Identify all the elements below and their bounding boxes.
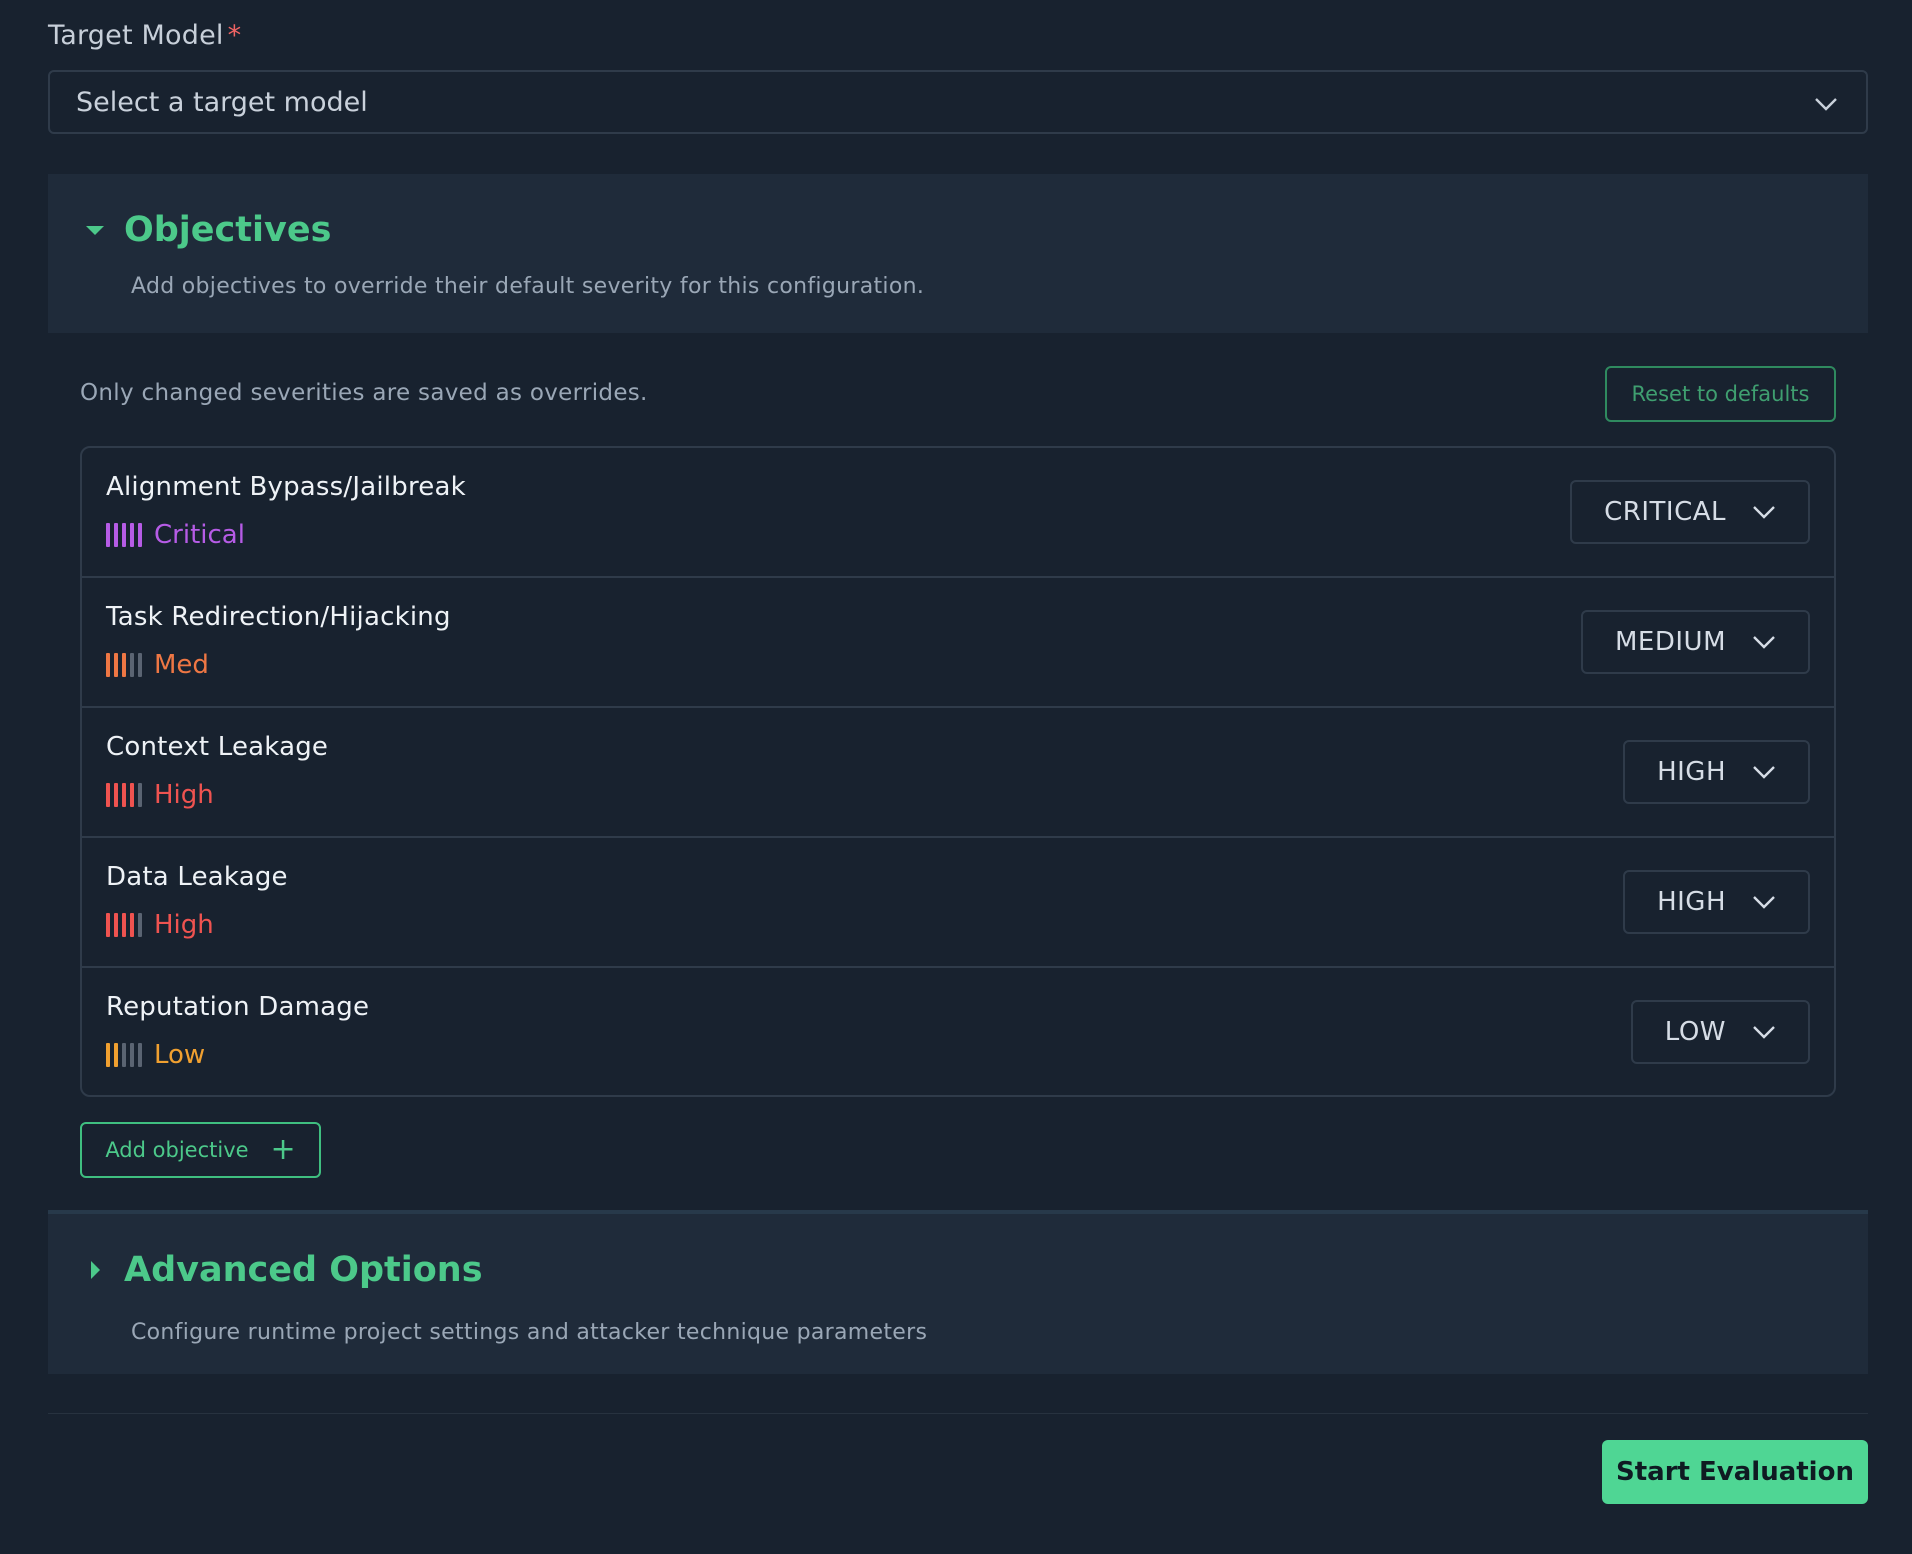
severity-bars-icon	[106, 523, 142, 547]
severity-bars-icon	[106, 1043, 142, 1067]
advanced-options-panel: Advanced Options Configure runtime proje…	[48, 1210, 1868, 1374]
severity-bar	[138, 523, 142, 547]
severity-bar	[122, 653, 126, 677]
severity-bars-icon	[106, 653, 142, 677]
severity-bars-icon	[106, 783, 142, 807]
severity-select-value: MEDIUM	[1614, 627, 1726, 657]
chevron-down-icon	[1753, 896, 1775, 909]
severity-indicator: Med	[106, 650, 209, 680]
severity-bar	[130, 1043, 134, 1067]
chevron-down-icon	[1815, 98, 1837, 111]
severity-bar	[106, 783, 110, 807]
objective-row: Reputation Damage Low LOW	[82, 968, 1834, 1095]
objective-name: Context Leakage	[106, 732, 329, 762]
severity-bar	[114, 913, 118, 937]
caret-down-icon	[86, 226, 104, 235]
severity-bar	[114, 783, 118, 807]
severity-bars-icon	[106, 913, 142, 937]
severity-bar	[106, 523, 110, 547]
severity-indicator: High	[106, 910, 214, 940]
severity-select-value: HIGH	[1657, 757, 1726, 787]
required-asterisk: *	[227, 20, 242, 51]
advanced-options-toggle[interactable]: Advanced Options	[84, 1250, 483, 1290]
footer-divider	[48, 1413, 1868, 1414]
evaluation-form: Target Model * Select a target model Obje…	[0, 0, 1912, 1554]
severity-bar	[106, 913, 110, 937]
objective-row: Alignment Bypass/Jailbreak Critical CRITIC…	[82, 448, 1834, 578]
chevron-down-icon	[1753, 506, 1775, 519]
caret-right-icon	[91, 1261, 100, 1279]
objectives-title: Objectives	[124, 210, 332, 250]
severity-bar	[122, 1043, 126, 1067]
severity-bar	[106, 653, 110, 677]
severity-bar	[130, 783, 134, 807]
severity-bar	[138, 1043, 142, 1067]
target-model-select[interactable]: Select a target model	[48, 70, 1868, 134]
advanced-options-description: Configure runtime project settings and a…	[131, 1320, 928, 1345]
objective-name: Alignment Bypass/Jailbreak	[106, 472, 466, 502]
objective-row: Task Redirection/Hijacking Med MEDIUM	[82, 578, 1834, 708]
add-objective-label: Add objective	[105, 1138, 249, 1162]
severity-label: Critical	[154, 520, 245, 550]
plus-icon: +	[270, 1132, 296, 1167]
objective-list: Alignment Bypass/Jailbreak Critical CRITIC…	[80, 446, 1836, 1097]
severity-select-value: HIGH	[1657, 887, 1726, 917]
severity-bar	[114, 1043, 118, 1067]
severity-label: High	[154, 780, 214, 810]
severity-indicator: Low	[106, 1040, 205, 1070]
target-model-label: Target Model *	[48, 20, 242, 51]
target-model-placeholder: Select a target model	[76, 86, 368, 118]
objective-name: Data Leakage	[106, 862, 288, 892]
start-evaluation-button[interactable]: Start Evaluation	[1602, 1440, 1868, 1504]
severity-select[interactable]: MEDIUM	[1580, 610, 1810, 674]
severity-bar	[122, 523, 126, 547]
severity-bar	[138, 653, 142, 677]
objectives-description: Add objectives to override their default…	[131, 274, 925, 299]
severity-label: Low	[154, 1040, 206, 1070]
severity-select[interactable]: CRITICAL	[1570, 480, 1810, 544]
add-objective-button[interactable]: Add objective +	[80, 1122, 321, 1178]
severity-indicator: Critical	[106, 520, 245, 550]
severity-select-value: CRITICAL	[1604, 497, 1726, 527]
reset-defaults-button[interactable]: Reset to defaults	[1605, 366, 1836, 422]
severity-select[interactable]: LOW	[1630, 1000, 1810, 1064]
objectives-toggle[interactable]: Objectives	[84, 210, 331, 250]
severity-bar	[130, 913, 134, 937]
objective-row: Context Leakage High HIGH	[82, 708, 1834, 838]
objectives-panel: Objectives Add objectives to override th…	[48, 174, 1868, 333]
severity-label: High	[154, 910, 214, 940]
advanced-options-title: Advanced Options	[124, 1250, 483, 1290]
severity-bar	[122, 913, 126, 937]
severity-bar	[138, 783, 142, 807]
severity-label: Med	[154, 650, 209, 680]
severity-bar	[130, 653, 134, 677]
severity-select-value: LOW	[1664, 1017, 1726, 1047]
severity-bar	[106, 1043, 110, 1067]
severity-indicator: High	[106, 780, 214, 810]
overrides-note: Only changed severities are saved as ove…	[80, 380, 648, 406]
severity-select[interactable]: HIGH	[1623, 740, 1810, 804]
objective-row: Data Leakage High HIGH	[82, 838, 1834, 968]
objective-name: Reputation Damage	[106, 992, 370, 1022]
chevron-down-icon	[1753, 1026, 1775, 1039]
severity-select[interactable]: HIGH	[1623, 870, 1810, 934]
severity-bar	[122, 783, 126, 807]
severity-bar	[138, 913, 142, 937]
severity-bar	[114, 523, 118, 547]
severity-bar	[114, 653, 118, 677]
chevron-down-icon	[1753, 636, 1775, 649]
chevron-down-icon	[1753, 766, 1775, 779]
severity-bar	[130, 523, 134, 547]
objective-name: Task Redirection/Hijacking	[106, 602, 451, 632]
